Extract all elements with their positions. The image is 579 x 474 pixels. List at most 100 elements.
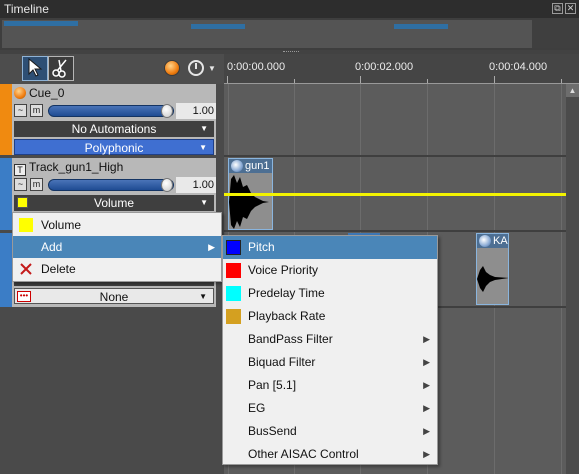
submenu-item-label: Playback Rate — [248, 309, 326, 323]
mute-toggle-icon[interactable]: m — [30, 104, 43, 117]
clip-header: gun1 — [229, 159, 272, 173]
float-window-icon[interactable]: ⧉ — [552, 3, 563, 14]
predelay-color-swatch — [226, 286, 241, 301]
submenu-item-bandpass-filter[interactable]: BandPass Filter ▶ — [223, 328, 437, 351]
submenu-item-label: BandPass Filter — [248, 332, 333, 346]
clip-label: KA — [493, 235, 508, 247]
vertical-scrollbar[interactable]: ▲ — [566, 84, 579, 474]
lane-separator — [224, 155, 566, 157]
clock-dropdown-icon[interactable]: ▼ — [208, 64, 216, 73]
track-volume-row: ~ m 1.00 — [14, 177, 218, 193]
track-automation-value: Volume — [93, 196, 135, 210]
waveform-toggle-icon[interactable]: ~ — [14, 178, 27, 191]
track-selector-select[interactable]: ••• None ▼ — [14, 288, 214, 304]
cue-volume-slider[interactable] — [48, 104, 174, 118]
track-text-icon: T — [14, 164, 26, 176]
clip-disc-icon — [479, 235, 491, 247]
submenu-arrow-icon: ▶ — [423, 403, 430, 413]
cue-name: Cue_0 — [29, 86, 65, 100]
cue-track-header[interactable]: Cue_0 ~ m 1.00 No Automations ▼ Polyphon… — [0, 84, 224, 155]
ruler-tick-label: 0:00:04.000 — [489, 61, 548, 73]
cue-mode-value: Polyphonic — [84, 141, 144, 155]
cue-volume-value[interactable]: 1.00 — [176, 103, 216, 119]
automation-curve-line[interactable] — [224, 193, 566, 196]
scissors-icon — [52, 59, 67, 78]
cue-track-body: Cue_0 ~ m 1.00 No Automations ▼ Polyphon… — [12, 84, 216, 155]
overview-right-panel — [532, 20, 577, 48]
clip-ka[interactable]: KA — [476, 233, 509, 305]
automation-color-swatch — [17, 197, 28, 208]
cue-mode-select[interactable]: Polyphonic ▼ — [14, 139, 214, 155]
menu-item-label: Delete — [41, 262, 76, 276]
select-tool-button[interactable] — [22, 56, 48, 81]
timeline-overview[interactable] — [0, 18, 579, 50]
submenu-item-label: Predelay Time — [248, 286, 325, 300]
track-volume-value[interactable]: 1.00 — [176, 177, 216, 193]
submenu-item-predelay-time[interactable]: Predelay Time — [223, 282, 437, 305]
clock-icon[interactable] — [188, 60, 204, 76]
overview-track-area[interactable] — [2, 20, 532, 48]
waveform-icon — [477, 266, 508, 292]
submenu-item-voice-priority[interactable]: Voice Priority — [223, 259, 437, 282]
submenu-item-pitch[interactable]: Pitch — [223, 236, 437, 259]
submenu-item-label: BusSend — [248, 424, 297, 438]
timeline-window: Timeline ⧉ ✕ ▼ 0:00:00.000 0:00:02.000 0… — [0, 0, 579, 474]
chevron-down-icon: ▼ — [199, 143, 207, 152]
submenu-item-label: EG — [248, 401, 266, 415]
track-selector-value: None — [99, 290, 129, 304]
menu-item-label: Add — [41, 240, 63, 254]
menu-item-label: Volume — [41, 218, 82, 232]
title-bar: Timeline ⧉ ✕ — [0, 0, 579, 18]
volume-color-swatch — [19, 218, 33, 232]
track-volume-slider[interactable] — [48, 178, 174, 192]
ruler-tick-label: 0:00:00.000 — [227, 61, 286, 73]
cue-automation-value: No Automations — [71, 122, 157, 136]
menu-item-add[interactable]: Add ▶ — [13, 236, 221, 258]
waveform-icon — [229, 175, 269, 229]
submenu-item-biquad-filter[interactable]: Biquad Filter ▶ — [223, 351, 437, 374]
automation-context-menu: Volume Add ▶ Delete — [12, 212, 222, 282]
record-button[interactable] — [164, 60, 180, 76]
scroll-up-icon[interactable]: ▲ — [566, 84, 579, 97]
grid-line — [561, 84, 562, 474]
cue-color-stripe — [0, 84, 12, 155]
volume-slider-knob[interactable] — [161, 178, 173, 192]
submenu-arrow-icon: ▶ — [208, 242, 215, 252]
submenu-arrow-icon: ▶ — [423, 357, 430, 367]
submenu-item-bussend[interactable]: BusSend ▶ — [223, 420, 437, 443]
chevron-down-icon: ▼ — [200, 124, 208, 133]
submenu-item-eg[interactable]: EG ▶ — [223, 397, 437, 420]
submenu-item-label: Pan [5.1] — [248, 378, 297, 392]
submenu-item-label: Biquad Filter — [248, 355, 316, 369]
lane-separator — [224, 230, 566, 232]
waveform-toggle-icon[interactable]: ~ — [14, 104, 27, 117]
playback-rate-color-swatch — [226, 309, 241, 324]
selector-icon: ••• — [17, 291, 31, 302]
clip-disc-icon — [231, 160, 243, 172]
submenu-item-pan[interactable]: Pan [5.1] ▶ — [223, 374, 437, 397]
track-name: Track_gun1_High — [29, 160, 124, 174]
add-automation-submenu: Pitch Voice Priority Predelay Time Playb… — [222, 235, 438, 465]
arrow-cursor-icon — [28, 57, 43, 77]
mute-toggle-icon[interactable]: m — [30, 178, 43, 191]
overview-clip-segment — [191, 24, 245, 29]
time-ruler[interactable]: 0:00:00.000 0:00:02.000 0:00:04.000 — [224, 54, 579, 84]
menu-item-delete[interactable]: Delete — [13, 258, 221, 280]
submenu-item-playback-rate[interactable]: Playback Rate — [223, 305, 437, 328]
delete-x-icon — [20, 263, 32, 275]
cut-tool-button[interactable] — [48, 56, 74, 81]
cue-icon — [14, 87, 26, 99]
volume-slider-knob[interactable] — [161, 104, 173, 118]
track-color-stripe — [0, 233, 12, 307]
splitter-grip-icon — [283, 51, 299, 53]
ruler-tick-label: 0:00:02.000 — [355, 61, 414, 73]
close-window-icon[interactable]: ✕ — [565, 3, 576, 14]
track-title-row: T Track_gun1_High — [14, 159, 124, 176]
track-automation-select[interactable]: Volume ▼ — [14, 195, 214, 211]
cue-automation-select[interactable]: No Automations ▼ — [14, 121, 214, 137]
menu-item-volume[interactable]: Volume — [13, 214, 221, 236]
submenu-item-other-aisac-control[interactable]: Other AISAC Control ▶ — [223, 443, 437, 466]
submenu-item-label: Pitch — [248, 240, 275, 254]
cue-volume-row: ~ m 1.00 — [14, 103, 218, 119]
chevron-down-icon: ▼ — [199, 292, 207, 301]
